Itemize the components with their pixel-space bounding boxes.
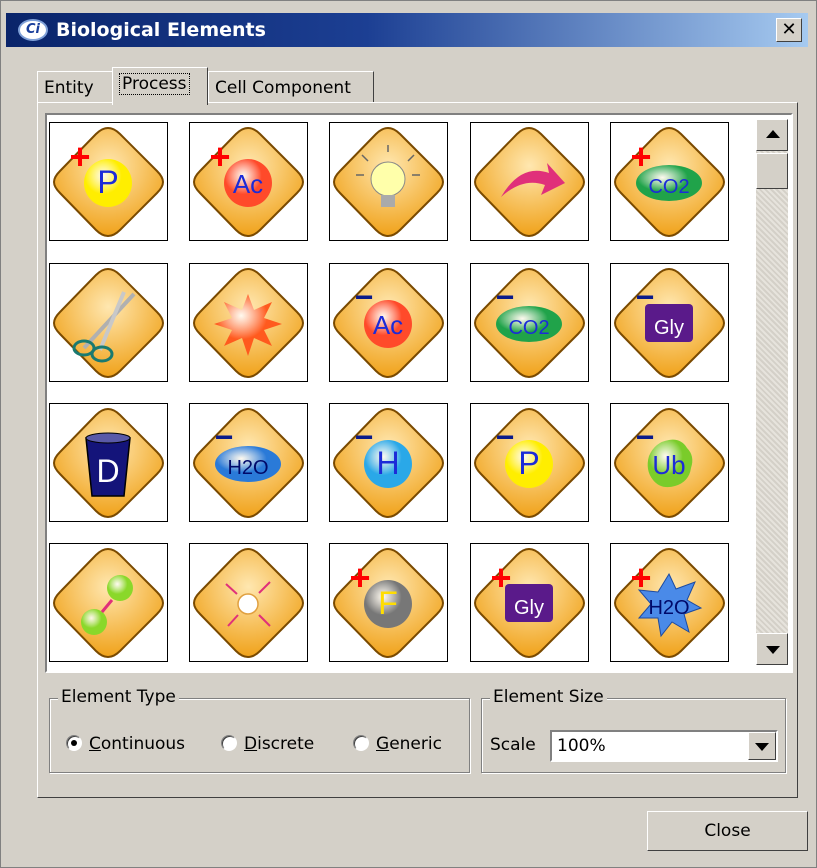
window-close-button[interactable]: ✕	[776, 18, 802, 42]
tab-entity[interactable]: Entity	[37, 71, 114, 103]
title-bar[interactable]: Ci Biological Elements ✕	[6, 13, 808, 47]
dialog-window: Ci Biological Elements ✕ Entity Process …	[0, 0, 817, 868]
close-button[interactable]: Close	[647, 811, 808, 851]
tab-panel-process	[37, 102, 798, 798]
tab-label: Entity	[44, 78, 94, 98]
tab-label: Cell Component	[215, 78, 351, 98]
tab-cell-component[interactable]: Cell Component	[208, 71, 374, 103]
tab-label: Process	[119, 73, 190, 95]
app-logo-text: Ci	[26, 22, 40, 37]
window-title: Biological Elements	[56, 19, 266, 41]
tab-process[interactable]: Process	[112, 67, 208, 105]
app-logo-icon: Ci	[18, 19, 48, 41]
